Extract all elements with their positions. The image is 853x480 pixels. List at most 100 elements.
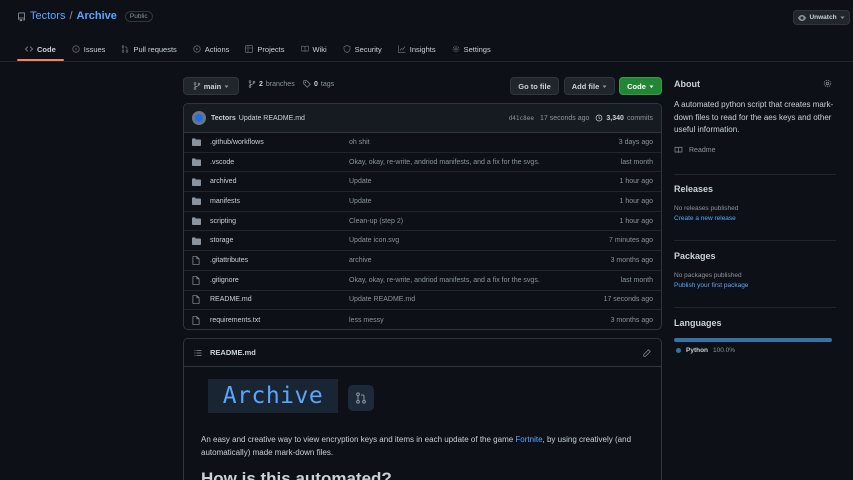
code-button[interactable]: Code xyxy=(619,77,662,95)
file-row[interactable]: scripting Clean-up (step 2) 1 hour ago xyxy=(184,212,661,232)
language-bar xyxy=(674,338,832,342)
file-commit-message[interactable]: Update icon.svg xyxy=(349,237,609,244)
repo-owner-link[interactable]: Tectors xyxy=(30,10,65,22)
branch-selector[interactable]: main xyxy=(183,77,239,95)
pencil-icon[interactable] xyxy=(643,348,651,357)
publish-package-link[interactable]: Publish your first package xyxy=(674,282,748,289)
file-age: 1 hour ago xyxy=(619,178,653,186)
unwatch-button[interactable]: Unwatch xyxy=(793,10,850,25)
file-row[interactable]: .github/workflows oh shit 3 days ago xyxy=(184,133,661,153)
file-name-link[interactable]: archived xyxy=(210,178,349,185)
file-name-link[interactable]: .github/workflows xyxy=(210,139,349,146)
eye-icon xyxy=(798,14,807,22)
tags-count: 0 xyxy=(314,80,318,88)
shield-icon xyxy=(343,45,351,53)
readme-description: An easy and creative way to view encrypt… xyxy=(201,433,651,459)
file-row[interactable]: storage Update icon.svg 7 minutes ago xyxy=(184,231,661,252)
commit-author[interactable]: Tectors xyxy=(211,115,236,122)
language-name: Python xyxy=(686,347,709,354)
go-to-file-button[interactable]: Go to file xyxy=(510,77,559,95)
commit-message[interactable]: Update README.md xyxy=(239,115,305,122)
file-commit-message[interactable]: Update xyxy=(349,198,620,205)
graph-icon xyxy=(397,45,406,53)
branches-link[interactable]: 2 branches xyxy=(248,80,295,88)
chevron-down-icon xyxy=(224,84,229,89)
file-name-link[interactable]: .gitignore xyxy=(210,277,349,284)
file-list: .github/workflows oh shit 3 days ago .vscod… xyxy=(184,133,661,329)
file-commit-message[interactable]: Update xyxy=(349,178,620,185)
tab-label: Insights xyxy=(409,44,436,54)
file-row[interactable]: .vscode Okay, okay, re-write, andriod man… xyxy=(184,153,661,173)
file-commit-message[interactable]: less messy xyxy=(349,317,611,324)
tab-code[interactable]: Code xyxy=(17,38,64,61)
branch-name: main xyxy=(203,81,222,91)
tab-label: Projects xyxy=(257,44,285,54)
fortnite-link[interactable]: Fortnite xyxy=(515,435,542,444)
file-commit-message[interactable]: Okay, okay, re-write, andriod manifests,… xyxy=(349,277,621,284)
file-commit-message[interactable]: oh shit xyxy=(349,139,619,146)
tab-security[interactable]: Security xyxy=(335,38,390,60)
create-release-link[interactable]: Create a new release xyxy=(674,215,736,222)
commit-sha[interactable]: d41c8ee xyxy=(509,115,534,122)
file-commit-message[interactable]: Clean-up (step 2) xyxy=(349,218,620,225)
breadcrumb: Tectors / Archive Public xyxy=(30,10,153,22)
file-row[interactable]: .gitignore Okay, okay, re-write, andriod … xyxy=(184,271,661,291)
readme-link[interactable]: Readme xyxy=(674,146,715,154)
file-age: 7 minutes ago xyxy=(609,237,653,245)
readme-filename: README.md xyxy=(210,348,256,357)
tags-link[interactable]: 0 tags xyxy=(303,80,334,88)
tab-issues[interactable]: Issues xyxy=(64,38,114,60)
file-name-link[interactable]: .vscode xyxy=(210,159,349,166)
projects-icon xyxy=(245,45,254,53)
book-icon xyxy=(674,146,683,154)
file-name-link[interactable]: requirements.txt xyxy=(210,317,349,324)
readme-logo: Archive xyxy=(208,379,338,413)
avatar[interactable] xyxy=(192,111,206,125)
tag-icon xyxy=(303,80,311,88)
divider xyxy=(674,240,836,241)
file-commit-message[interactable]: Update README.md xyxy=(349,296,604,303)
tab-label: Wiki xyxy=(312,44,327,54)
commits-link[interactable]: 3,340 commits xyxy=(595,114,653,122)
list-icon[interactable] xyxy=(194,349,202,357)
tab-wiki[interactable]: Wiki xyxy=(293,38,335,60)
packages-empty: No packages published xyxy=(674,272,742,279)
file-name-link[interactable]: README.md xyxy=(210,296,349,303)
file-browser: Tectors Update README.md d41c8ee 17 seco… xyxy=(183,103,662,330)
tab-label: Security xyxy=(354,44,382,54)
file-row[interactable]: .gitattributes archive 3 months ago xyxy=(184,251,661,271)
file-name-link[interactable]: manifests xyxy=(210,198,349,205)
file-age: 1 hour ago xyxy=(619,197,653,205)
file-name-link[interactable]: .gitattributes xyxy=(210,257,349,264)
commits-count: 3,340 xyxy=(606,114,624,122)
language-dot xyxy=(676,348,681,353)
repo-name-link[interactable]: Archive xyxy=(77,10,117,22)
readme-header: README.md xyxy=(184,339,661,367)
tab-actions[interactable]: Actions xyxy=(185,38,238,60)
file-row[interactable]: README.md Update README.md 17 seconds ago xyxy=(184,291,661,311)
file-name-link[interactable]: scripting xyxy=(210,218,349,225)
file-age: last month xyxy=(620,158,653,166)
code-icon xyxy=(25,45,33,53)
tab-projects[interactable]: Projects xyxy=(237,38,292,60)
file-row[interactable]: archived Update 1 hour ago xyxy=(184,172,661,193)
gear-icon[interactable] xyxy=(823,79,832,88)
tab-settings[interactable]: Settings xyxy=(444,38,499,60)
file-name-link[interactable]: storage xyxy=(210,237,349,244)
history-icon xyxy=(595,114,603,122)
file-commit-message[interactable]: archive xyxy=(349,257,611,264)
issue-icon xyxy=(72,45,80,53)
commit-meta: d41c8ee 17 seconds ago 3,340 commits xyxy=(509,114,653,122)
readme-link-label: Readme xyxy=(689,146,716,154)
language-item[interactable]: Python 100.0% xyxy=(676,347,735,354)
readme-panel: README.md Archive An easy and creative w… xyxy=(183,338,662,480)
tab-insights[interactable]: Insights xyxy=(390,38,444,60)
file-commit-message[interactable]: Okay, okay, re-write, andriod manifests,… xyxy=(349,159,621,166)
file-age: 17 seconds ago xyxy=(603,296,653,304)
folder-icon xyxy=(192,237,210,245)
pull-request-icon xyxy=(121,45,129,53)
tab-pull-requests[interactable]: Pull requests xyxy=(113,38,184,60)
file-row[interactable]: requirements.txt less messy 3 months ago xyxy=(184,310,661,329)
add-file-button[interactable]: Add file xyxy=(564,77,615,95)
file-row[interactable]: manifests Update 1 hour ago xyxy=(184,192,661,212)
